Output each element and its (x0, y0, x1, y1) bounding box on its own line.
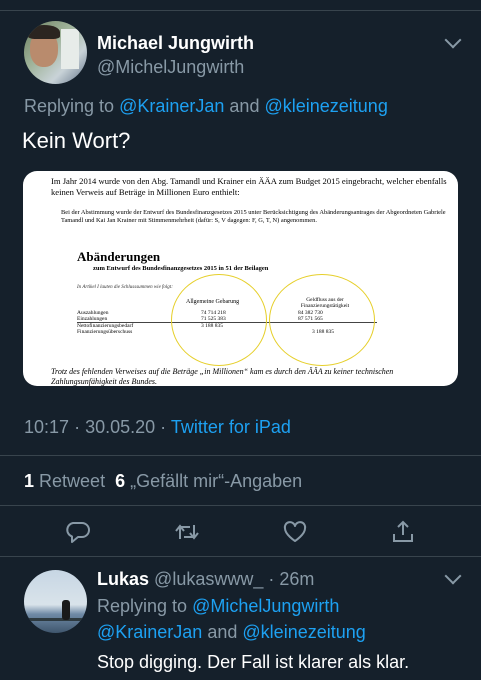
image-heading: Abänderungen (77, 249, 161, 264)
mention-link[interactable]: @KrainerJan (119, 96, 224, 116)
top-divider (0, 0, 481, 11)
avatar-background (61, 29, 79, 69)
share-icon[interactable] (390, 519, 416, 545)
retweet-stat[interactable]: 1 Retweet (24, 471, 105, 491)
mention-link[interactable]: @MichelJungwirth (192, 596, 339, 616)
image-paragraph-quote: Bei der Abstimmung wurde der Entwurf des… (61, 209, 446, 225)
image-note: In Artikel I lauten die Schlusssummen wi… (77, 285, 173, 290)
author-name[interactable]: Michael Jungwirth (97, 33, 254, 54)
reply-author-avatar[interactable] (24, 570, 87, 633)
divider (0, 505, 481, 506)
avatar-railing (24, 618, 87, 621)
and-label: and (229, 96, 260, 116)
tweet-time: 10:17 (24, 417, 70, 437)
mention-link[interactable]: @kleinezeitung (242, 622, 365, 642)
mention-link[interactable]: @KrainerJan (97, 622, 202, 642)
separator: · (160, 417, 167, 437)
highlight-circle (269, 274, 375, 366)
image-row-label: Finanzierungsüberschuss (77, 329, 133, 335)
reply-icon[interactable] (65, 519, 91, 545)
tweet-stats: 1 Retweet 6 „Gefällt mir“-Angaben (24, 471, 302, 492)
chevron-down-icon[interactable] (444, 567, 462, 585)
and-label: and (207, 622, 238, 642)
retweet-label: Retweet (39, 471, 106, 491)
separator: · (268, 569, 275, 589)
tweet-image[interactable]: Im Jahr 2014 wurde von den Abg. Tamandl … (23, 171, 458, 386)
reply-replying-to-line-2: @KrainerJan and @kleinezeitung (97, 622, 366, 643)
image-footer: Trotz des fehlenden Verweises auf die Be… (51, 367, 394, 386)
retweet-icon[interactable] (174, 519, 200, 545)
divider (0, 455, 481, 456)
separator: · (74, 417, 81, 437)
likes-label: „Gefällt mir“-Angaben (130, 471, 303, 491)
image-subheading: zum Entwurf des Bundesfinanzgesetzes 201… (93, 265, 269, 272)
action-bar (0, 519, 481, 545)
reply-text: Stop digging. Der Fall ist klarer als kl… (97, 652, 410, 672)
tweet-date: 30.05.20 (85, 417, 156, 437)
highlight-circle (171, 274, 267, 366)
reply-author-handle[interactable]: @lukaswww_ (154, 569, 263, 589)
replying-to-label: Replying to (24, 96, 115, 116)
replying-to-label: Replying to (97, 596, 188, 616)
avatar-hair (28, 25, 60, 39)
reply-header: Lukas @lukaswww_ · 26m (97, 569, 314, 590)
likes-stat[interactable]: 6 „Gefällt mir“-Angaben (115, 471, 302, 491)
reply-author-name[interactable]: Lukas (97, 569, 149, 589)
reply-age: 26m (279, 569, 315, 589)
author-handle[interactable]: @MichelJungwirth (97, 57, 244, 78)
mention-link[interactable]: @kleinezeitung (264, 96, 387, 116)
reply-replying-to-line: Replying to @MichelJungwirth (97, 596, 339, 617)
chevron-down-icon[interactable] (444, 31, 462, 49)
author-avatar[interactable] (24, 21, 87, 84)
likes-count: 6 (115, 471, 126, 491)
divider (0, 556, 481, 557)
retweet-count: 1 (24, 471, 35, 491)
client-link[interactable]: Twitter for iPad (171, 417, 291, 437)
image-paragraph: Im Jahr 2014 wurde von den Abg. Tamandl … (51, 176, 447, 197)
replying-to-line: Replying to @KrainerJan and @kleinezeitu… (24, 96, 388, 117)
like-icon[interactable] (282, 519, 308, 545)
tweet-text: Kein Wort? (22, 128, 131, 153)
avatar-person (62, 600, 70, 620)
tweet-meta: 10:17 · 30.05.20 · Twitter for iPad (24, 417, 291, 438)
